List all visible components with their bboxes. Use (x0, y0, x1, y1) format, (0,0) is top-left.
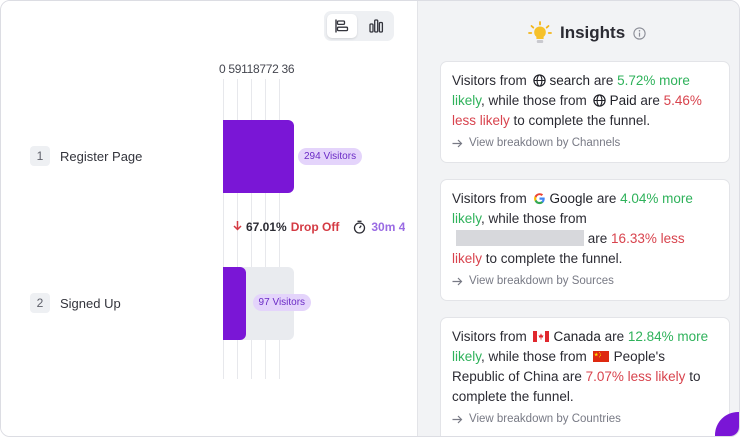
arrow-right-icon (452, 139, 463, 147)
view-breakdown-link[interactable]: View breakdown by Channels (452, 137, 718, 149)
source-name: Google (549, 191, 594, 206)
insight-connector: , while those from (481, 211, 587, 226)
app-frame: 0 59118772 36 1 Register Page 294 Visito… (0, 0, 740, 437)
visitors-badge: 97 Visitors (252, 294, 312, 311)
funnel-step-1: 1 Register Page (30, 146, 142, 166)
vertical-view-button[interactable] (361, 14, 391, 38)
globe-icon (592, 94, 606, 107)
timer-icon (354, 220, 366, 234)
dropoff-row: 67.01% Drop Off 30m 46s (233, 213, 405, 243)
insight-card-sources: Visitors from Google are 4.04% more like… (440, 179, 730, 301)
redacted-source-name (456, 230, 584, 246)
visitors-badge: 294 Visitors (298, 148, 363, 165)
insight-text: Visitors from Google are 4.04% more like… (452, 189, 718, 269)
source-name: Paid (609, 93, 637, 108)
funnel-panel: 0 59118772 36 1 Register Page 294 Visito… (1, 1, 417, 436)
globe-icon (532, 74, 546, 87)
insight-connector: are (596, 191, 617, 206)
view-breakdown-link[interactable]: View breakdown by Sources (452, 275, 718, 287)
source-name: Canada (553, 329, 601, 344)
dropoff-percent: 67.01% (246, 220, 287, 234)
insight-connector: , while those from (481, 349, 587, 364)
dropoff-time: 30m 46s (353, 220, 405, 234)
insight-connector: are (587, 231, 608, 246)
vertical-bar-view-icon (369, 19, 384, 33)
insight-connector: are (593, 73, 614, 88)
insight-suffix: to complete the funnel. (513, 113, 651, 128)
arrow-down-icon (233, 220, 242, 234)
source-name: search (549, 73, 591, 88)
insight-card-channels: Visitors from search are 5.72% more like… (440, 61, 730, 163)
view-breakdown-label: View breakdown by Countries (469, 413, 621, 425)
insight-connector: are (604, 329, 625, 344)
step-number: 1 (30, 146, 50, 166)
google-logo-icon (533, 193, 545, 205)
horizontal-bar-view-icon (335, 19, 349, 33)
step-label: Signed Up (60, 295, 121, 311)
view-breakdown-label: View breakdown by Sources (469, 275, 614, 287)
view-breakdown-label: View breakdown by Channels (469, 137, 621, 149)
arrow-right-icon (452, 277, 463, 285)
insights-panel: Insights Visitors from search are 5.72% … (417, 1, 739, 436)
lightbulb-icon (528, 21, 552, 43)
insight-connector: , while those from (481, 93, 587, 108)
insight-card-countries: Visitors from Canada are 12.84% more lik… (440, 317, 730, 436)
funnel-bar-signed-up[interactable] (223, 267, 246, 340)
insight-connector: are (640, 93, 660, 108)
less-likely-value: 7.07% less likely (585, 369, 686, 384)
axis-tick-labels: 0 59118772 36 (219, 62, 295, 76)
insight-prefix: Visitors from (452, 329, 527, 344)
funnel-bar-register-page[interactable] (223, 120, 294, 193)
insights-header: Insights (528, 21, 646, 45)
insight-text: Visitors from Canada are 12.84% more lik… (452, 327, 718, 407)
step-label: Register Page (60, 148, 143, 164)
insight-connector: are (562, 369, 582, 384)
canada-flag-icon (532, 331, 549, 342)
insight-text: Visitors from search are 5.72% more like… (452, 71, 718, 131)
insights-title: Insights (560, 23, 626, 42)
insight-prefix: Visitors from (452, 191, 527, 206)
dropoff-time-value: 30m 46s (371, 220, 405, 234)
insight-prefix: Visitors from (452, 73, 527, 88)
dropoff-label: Drop Off (290, 220, 340, 234)
view-breakdown-link[interactable]: View breakdown by Countries (452, 413, 718, 425)
info-icon[interactable] (633, 26, 646, 40)
insight-suffix: to complete the funnel. (485, 251, 623, 266)
step-number: 2 (30, 293, 50, 313)
horizontal-view-button[interactable] (327, 14, 357, 38)
view-toggle (324, 11, 394, 41)
china-flag-icon (592, 351, 609, 362)
funnel-step-2: 2 Signed Up (30, 293, 121, 313)
arrow-right-icon (452, 415, 463, 423)
